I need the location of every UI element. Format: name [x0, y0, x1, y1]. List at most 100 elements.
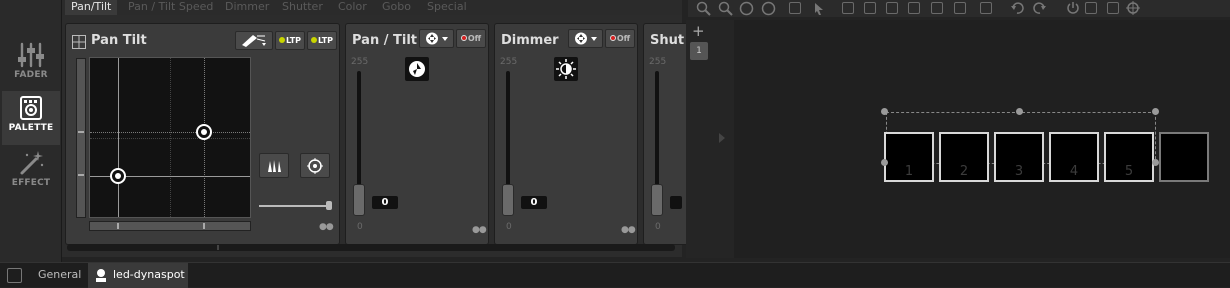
tab-general[interactable]: General — [30, 263, 89, 288]
shutter-slider-knob[interactable] — [651, 184, 663, 216]
pan-tilt-speed-icon — [409, 61, 425, 77]
off-label: Off — [616, 34, 631, 43]
dimmer-bulb-icon — [556, 59, 576, 79]
power-icon[interactable] — [1066, 1, 1080, 15]
speed-slider-knob[interactable] — [353, 184, 365, 216]
tilt-scroll-track[interactable] — [76, 58, 86, 218]
beam-icon — [242, 35, 266, 47]
crosshair-icon[interactable] — [1126, 1, 1140, 15]
horizontal-scrollbar[interactable] — [67, 244, 675, 251]
ltp-indicator-dot — [310, 37, 317, 43]
fixture-cell-label: 3 — [1014, 164, 1024, 179]
grid-icon[interactable] — [842, 2, 854, 14]
ltp-toggle-pan[interactable]: LTP — [275, 31, 305, 50]
resize-handle[interactable] — [1152, 108, 1159, 115]
resize-handle[interactable] — [1152, 159, 1159, 166]
fixture-cell[interactable]: 2 — [939, 132, 989, 182]
fan-spread-button[interactable] — [259, 153, 289, 178]
block-icon[interactable] — [864, 2, 876, 14]
zoom-out-icon[interactable] — [696, 1, 711, 16]
tab-gobo[interactable]: Gobo — [382, 0, 411, 15]
more-dots-icon[interactable]: ●● — [621, 225, 636, 235]
sidebar-item-fader[interactable]: FADER — [2, 38, 60, 92]
zoom-reset-icon[interactable] — [761, 1, 776, 16]
power-group-icon[interactable] — [1085, 2, 1097, 14]
ltp-toggle-tilt[interactable]: LTP — [307, 31, 337, 50]
off-indicator-dot — [460, 35, 467, 41]
crosshair-grid-icon — [72, 35, 86, 49]
move-down-icon[interactable] — [954, 2, 966, 14]
dimmer-function-icon-box — [554, 57, 578, 81]
fixture-canvas[interactable]: 1 2 3 4 5 — [734, 20, 1230, 258]
palette-content: Pan Tilt LTP LTP ●● Pan / Tilt S Off 255… — [62, 15, 693, 257]
resize-handle[interactable] — [881, 159, 888, 166]
move-up-icon[interactable] — [931, 2, 943, 14]
canvas-toolbar — [688, 0, 1230, 17]
move-icon[interactable] — [789, 2, 801, 14]
undo-icon[interactable] — [1010, 1, 1025, 16]
ltp-indicator-dot — [278, 37, 285, 43]
pan-tilt-point-secondary[interactable] — [196, 124, 212, 140]
more-dots-icon[interactable]: ●● — [472, 225, 487, 235]
ltp-label: LTP — [317, 36, 334, 45]
dimmer-off-button[interactable]: Off — [605, 29, 635, 48]
shutter-title: Shut — [650, 33, 685, 48]
dimmer-toggle-icon[interactable] — [1107, 2, 1119, 14]
pan-tilt-title: Pan Tilt — [91, 33, 147, 48]
expand-arrow-icon[interactable] — [718, 133, 726, 143]
tab-pan-tilt-speed[interactable]: Pan / Tilt Speed — [128, 0, 213, 15]
align-icon[interactable] — [908, 2, 920, 14]
sidebar-item-effect[interactable]: EFFECT — [2, 146, 60, 200]
fixture-cell[interactable]: 4 — [1049, 132, 1099, 182]
fine-slider[interactable] — [259, 201, 332, 210]
scale-min-label: 0 — [357, 222, 363, 232]
dimmer-title: Dimmer — [501, 33, 559, 48]
fixture-cell-label: 5 — [1124, 164, 1134, 179]
resize-handle[interactable] — [1016, 108, 1023, 115]
fan-icon — [268, 160, 281, 172]
shutter-value-box[interactable] — [670, 196, 682, 209]
expand-icon[interactable] — [7, 268, 22, 283]
sidebar-item-effect-label: EFFECT — [11, 178, 51, 188]
ltp-label: LTP — [285, 36, 302, 45]
speed-function-icon-box — [405, 57, 429, 81]
layout-icon[interactable] — [980, 2, 992, 14]
distribute-icon[interactable] — [886, 2, 898, 14]
speed-value[interactable]: 0 — [372, 196, 398, 209]
canvas-pages-strip: + 1 — [686, 20, 734, 258]
pan-scroll-track[interactable] — [89, 221, 251, 231]
tab-shutter[interactable]: Shutter — [282, 0, 323, 15]
add-page-button[interactable]: + — [692, 22, 705, 40]
tab-pan-tilt[interactable]: Pan/Tilt — [65, 0, 118, 15]
dimmer-slider-knob[interactable] — [502, 184, 514, 216]
bottom-bar: General led-dynaspot — [0, 262, 1230, 288]
fixture-cell[interactable]: 1 — [884, 132, 934, 182]
dimmer-value[interactable]: 0 — [521, 196, 547, 209]
fine-slider-knob[interactable] — [326, 201, 332, 210]
page-1-button[interactable]: 1 — [690, 42, 708, 60]
direction-pad-icon — [425, 32, 448, 45]
speed-off-button[interactable]: Off — [456, 29, 486, 48]
tab-special[interactable]: Special — [427, 0, 467, 15]
more-dots-icon[interactable]: ●● — [319, 222, 334, 232]
tab-led-dynaspot[interactable]: led-dynaspot — [88, 263, 188, 288]
target-icon — [307, 158, 323, 174]
pan-tilt-speed-panel: Pan / Tilt S Off 255 0 0 ●● — [345, 23, 489, 245]
beam-mode-dropdown[interactable] — [235, 31, 273, 50]
dimmer-mode-dropdown[interactable] — [568, 29, 603, 48]
tab-dimmer[interactable]: Dimmer — [225, 0, 269, 15]
resize-handle[interactable] — [881, 108, 888, 115]
tab-color[interactable]: Color — [338, 0, 367, 15]
zoom-fit-icon[interactable] — [739, 1, 754, 16]
redo-icon[interactable] — [1032, 1, 1047, 16]
sidebar-item-palette[interactable]: PALETTE — [2, 91, 60, 145]
pan-tilt-point-primary[interactable] — [110, 168, 126, 184]
fixture-cell[interactable]: 5 — [1104, 132, 1154, 182]
center-target-button[interactable] — [300, 153, 330, 178]
speed-mode-dropdown[interactable] — [419, 29, 454, 48]
select-arrow-icon[interactable] — [812, 2, 826, 16]
zoom-in-icon[interactable] — [718, 1, 733, 16]
pan-tilt-xy-pad[interactable] — [89, 57, 251, 218]
fixture-cell[interactable] — [1159, 132, 1209, 182]
fixture-cell[interactable]: 3 — [994, 132, 1044, 182]
